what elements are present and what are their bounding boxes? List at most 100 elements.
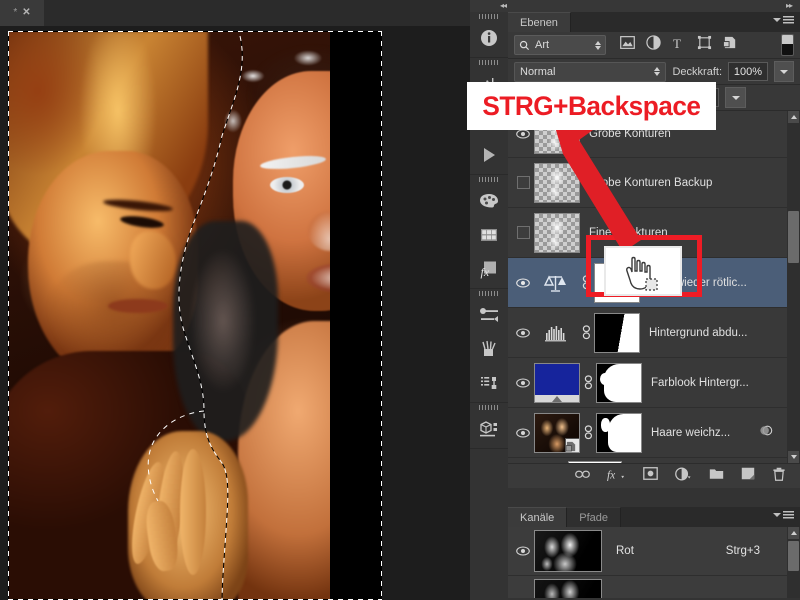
layer-filter-row: Art T [508,32,800,59]
rail-group-adjust [470,289,508,403]
rail-grip[interactable] [470,12,508,21]
tab-pfade[interactable]: Pfade [567,507,622,527]
filter-adjustment-icon[interactable] [646,35,661,55]
layer-visibility-toggle[interactable] [512,408,534,457]
rail-grip[interactable] [470,403,508,412]
layer-mask-thumbnail[interactable] [596,362,642,403]
layer-name[interactable]: Haare weichz... [651,427,730,439]
expand-right-icon[interactable]: ▸▸ [786,1,793,10]
layers-bottom-toolbar: fx [508,463,800,488]
stepper-icon[interactable] [595,40,601,50]
smart-filter-group-row[interactable]: Smartfilter [508,458,800,463]
filter-toggle-switch[interactable] [781,34,794,56]
scrollbar-thumb[interactable] [788,211,799,263]
close-icon[interactable]: ✕ [22,8,30,18]
layer-name[interactable]: Hintergrund abdu... [649,327,747,339]
svg-text:fx: fx [607,469,615,480]
adjustments-icon[interactable] [470,298,508,332]
filter-shape-icon[interactable] [697,35,712,55]
rail-grip[interactable] [470,175,508,184]
smart-filter-visibility-icon[interactable] [759,424,774,442]
layer-thumbnail[interactable] [534,362,580,403]
layer-style-button[interactable]: fx [607,467,626,486]
filter-pixel-icon[interactable] [620,36,635,54]
channel-shortcut: Strg+3 [725,545,760,557]
color-balance-adjustment-icon[interactable] [534,272,578,294]
layer-list-scrollbar[interactable] [787,111,800,463]
mask-link-icon[interactable] [580,425,596,440]
fill-dropdown-button[interactable] [725,87,747,108]
panel-menu-button[interactable] [773,511,794,519]
chevron-down-icon [773,18,781,22]
smartfilter-mask-thumbnail[interactable] [568,461,622,463]
add-mask-button[interactable] [643,467,658,485]
opacity-dropdown-button[interactable] [773,61,794,82]
blend-mode-select[interactable]: Normal [514,61,667,82]
adjustment-layer-button[interactable] [675,467,692,486]
filter-type-icon[interactable]: T [672,36,686,55]
filter-kind-select[interactable]: Art [514,35,606,55]
collapse-left-icon[interactable]: ◂◂ [500,1,507,10]
channel-thumbnail[interactable] [534,530,602,572]
document-tab[interactable]: * ✕ [0,0,44,26]
channels-panel: Kanäle Pfade Rot Strg+3 [508,507,800,600]
layer-visibility-toggle[interactable] [512,308,534,357]
list-item[interactable] [508,576,800,598]
scrollbar-thumb[interactable] [788,541,799,571]
hamburger-icon [783,16,794,24]
color-palette-icon[interactable] [470,184,508,218]
canvas-viewport[interactable] [0,26,470,600]
mask-link-icon[interactable] [578,325,594,340]
svg-text:T: T [673,36,681,50]
tab-ebenen[interactable]: Ebenen [508,12,571,32]
scroll-up-button[interactable] [788,111,799,123]
info-icon[interactable] [470,21,508,55]
channel-name[interactable]: Rot [616,545,634,557]
channel-thumbnail[interactable] [534,579,602,598]
layer-visibility-toggle[interactable] [512,208,534,257]
link-layers-button[interactable] [575,467,590,485]
swatches-icon[interactable] [470,218,508,252]
svg-text:fx: fx [481,265,490,279]
table-row[interactable]: Farblook Hintergr... [508,358,800,408]
panel-menu-button[interactable] [773,16,794,24]
rail-grip[interactable] [470,289,508,298]
list-item[interactable]: Rot Strg+3 [508,527,800,576]
layer-name[interactable]: Farblook Hintergr... [651,377,749,389]
layer-mask-thumbnail[interactable] [596,412,642,453]
brush-presets-icon[interactable] [470,332,508,366]
table-row[interactable]: Hintergrund abdu... [508,308,800,358]
smart-object-badge-icon [565,437,579,452]
channel-list[interactable]: Rot Strg+3 [508,527,800,598]
artwork-image [8,31,382,600]
styles-fx-icon[interactable]: fx [470,252,508,286]
tab-label: Ebenen [520,16,558,29]
photoshop-window: * ✕ ◂◂ ▸▸ fx Ebenen Art T Normal Deckkra… [0,0,800,600]
rail-group-info [470,12,508,58]
layer-thumbnail[interactable] [534,412,580,453]
layer-visibility-toggle[interactable] [512,358,534,407]
mask-link-icon[interactable] [580,375,596,390]
annotation-banner-text: STRG+Backspace [482,90,701,121]
channel-visibility-toggle[interactable] [512,527,534,576]
new-layer-button[interactable] [741,467,755,485]
filter-smart-object-icon[interactable] [723,35,738,55]
levels-adjustment-icon[interactable] [534,324,578,342]
new-group-button[interactable] [709,467,724,485]
stepper-icon[interactable] [654,67,661,76]
tab-kanaele[interactable]: Kanäle [508,507,568,527]
actions-play-icon[interactable] [470,138,508,172]
scroll-up-button[interactable] [788,527,799,539]
channel-list-scrollbar[interactable] [787,527,800,598]
scroll-down-button[interactable] [788,451,799,463]
opacity-input[interactable]: 100% [728,62,768,81]
layer-mask-thumbnail[interactable] [594,312,640,353]
layer-visibility-toggle[interactable] [512,258,534,307]
channel-visibility-toggle[interactable] [512,576,534,599]
table-row[interactable]: Haare weichz... [508,408,800,458]
clone-source-icon[interactable] [470,366,508,400]
rail-grip[interactable] [470,58,508,67]
delete-layer-button[interactable] [772,467,786,486]
layer-visibility-toggle[interactable] [512,158,534,207]
3d-icon[interactable] [470,412,508,446]
